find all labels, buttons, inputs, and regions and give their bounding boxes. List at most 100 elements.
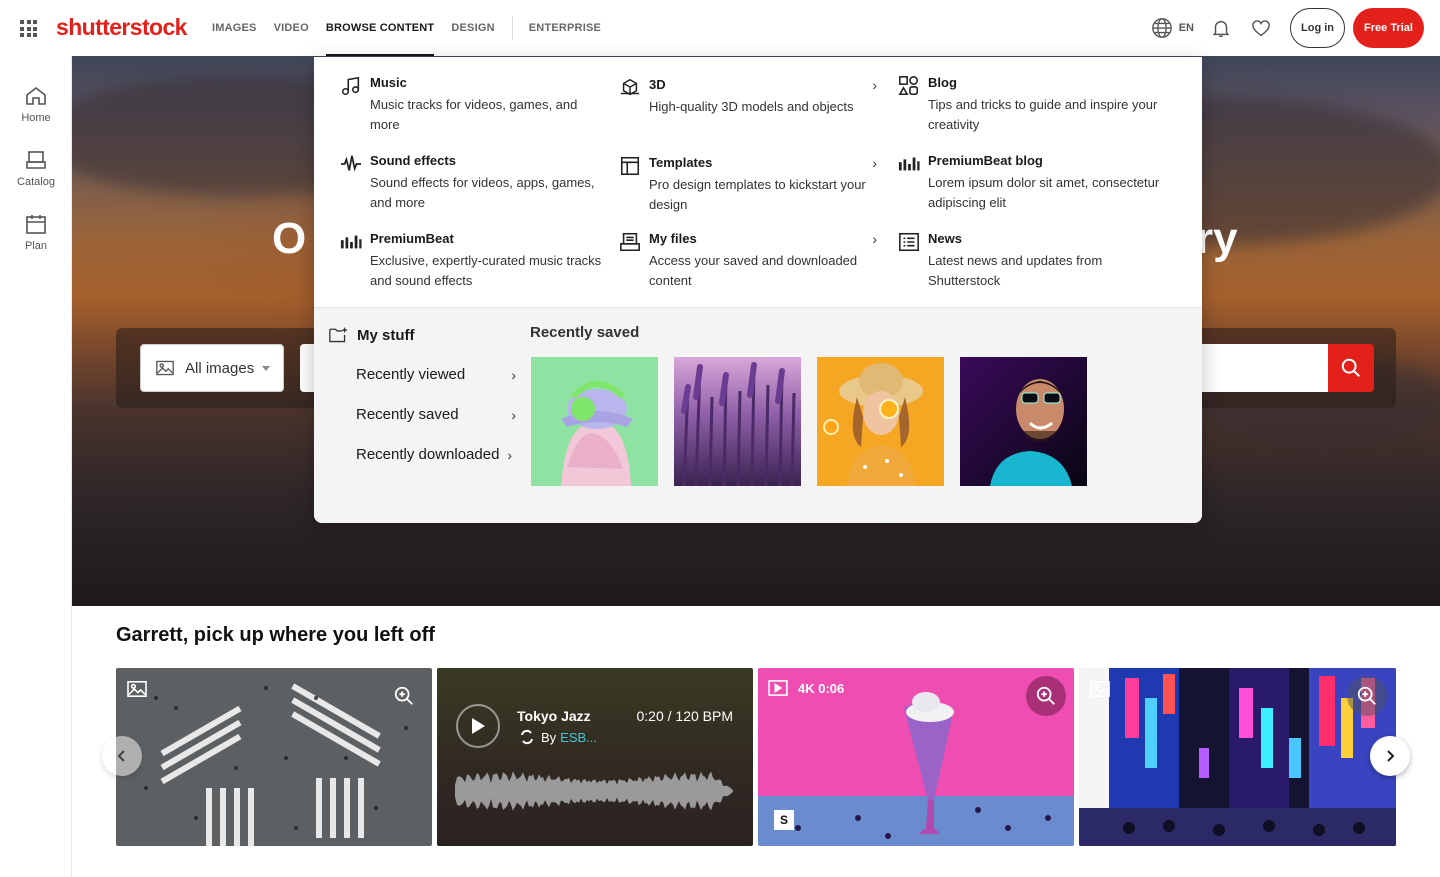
chevron-right-icon: › [511,406,516,423]
catalog-icon [26,151,46,169]
recently-viewed-link[interactable]: Recently viewed › [356,366,516,383]
hero-title-left: O [272,214,307,263]
my-stuff-heading: My stuff [328,326,415,344]
menu-item-premiumbeat-blog[interactable]: PremiumBeat blog Lorem ipsum dolor sit a… [898,153,1163,213]
menu-item-3d[interactable]: 3D High-quality 3D models and objects › [619,77,877,137]
nav-divider [511,16,513,40]
folder-plus-icon [329,327,347,343]
chevron-down-icon [262,365,271,371]
menu-item-desc: Pro design templates to kickstart your d… [649,177,866,212]
video-play-icon [768,680,788,696]
menu-item-news[interactable]: News Latest news and updates from Shutte… [898,231,1163,291]
language-selector[interactable]: EN [1151,17,1194,39]
zoom-button[interactable] [384,676,424,716]
continue-section-title: Garrett, pick up where you left off [116,624,435,646]
zoom-button[interactable] [1347,676,1387,716]
image-icon [1090,680,1110,698]
rail-item-plan[interactable]: Plan [0,212,72,252]
zoom-button[interactable] [1026,676,1066,716]
free-trial-button[interactable]: Free Trial [1353,8,1424,48]
menu-item-music[interactable]: Music Music tracks for videos, games, an… [340,75,605,135]
shutterstock-logo[interactable]: shutterstock [56,14,187,41]
saved-thumb-lavender[interactable] [674,357,801,486]
menu-item-premiumbeat[interactable]: PremiumBeat Exclusive, expertly-curated … [340,231,605,291]
menu-item-title: News [928,231,962,246]
search-type-label: All images [185,359,255,377]
recently-downloaded-link[interactable]: Recently downloaded › [356,446,512,463]
rail-catalog-label: Catalog [17,176,55,188]
premiumbeat-loop-icon [521,729,533,745]
app-grid-icon[interactable] [20,20,37,37]
rail-plan-label: Plan [24,240,48,252]
audio-artist-link[interactable]: ESB... [560,730,597,745]
menu-item-desc: Latest news and updates from Shutterstoc… [928,253,1103,288]
menu-item-title: My files [649,231,697,246]
rail-item-catalog[interactable]: Catalog [0,148,72,188]
3d-cube-icon [620,78,640,96]
home-icon [26,86,46,105]
menu-item-sound-effects[interactable]: Sound effects Sound effects for videos, … [340,153,605,213]
chevron-right-icon: › [511,366,516,383]
image-icon [127,680,147,698]
music-note-icon [341,76,360,96]
nav-actions: EN Log in Free Trial [1151,8,1424,48]
saved-thumb-headphones[interactable] [531,357,658,486]
audio-artist-line: By ESB... [519,729,597,745]
menu-item-desc: Music tracks for videos, games, and more [370,97,578,132]
chevron-right-icon: › [872,231,877,247]
nav-browse-content[interactable]: BROWSE CONTENT [325,0,435,56]
menu-item-blog[interactable]: Blog Tips and tricks to guide and inspir… [898,75,1163,135]
saved-thumb-neon-man[interactable] [960,357,1087,486]
saved-thumb-orange-woman[interactable] [817,357,944,486]
hero-title-right: ry [1196,214,1238,263]
menu-item-desc: Sound effects for videos, apps, games, a… [370,175,595,210]
carousel-next-button[interactable] [1370,736,1410,776]
search-icon [1341,358,1360,377]
top-navigation: shutterstock IMAGES VIDEO BROWSE CONTENT… [0,0,1440,56]
audio-meta: 0:20 / 120 BPM [636,708,733,724]
play-button[interactable] [456,704,500,748]
zoom-in-icon [394,686,413,705]
login-button[interactable]: Log in [1290,8,1345,48]
globe-icon [1151,18,1172,38]
nav-video[interactable]: VIDEO [274,0,309,56]
browse-content-menu: Music Music tracks for videos, games, an… [314,57,1202,523]
files-icon [620,232,640,252]
main-nav-links: IMAGES VIDEO BROWSE CONTENT DESIGN ENTER… [212,0,618,56]
recent-card-neon-street[interactable] [1079,668,1396,846]
menu-item-title: PremiumBeat blog [928,153,1043,168]
image-icon [156,360,174,376]
menu-item-templates[interactable]: Templates Pro design templates to kickst… [619,155,877,215]
blog-shapes-icon [898,76,919,96]
recent-card-audio[interactable]: Tokyo Jazz 0:20 / 120 BPM By ESB... [437,668,753,846]
recent-card-video[interactable]: 4K 0:06 S [758,668,1074,846]
recent-card-crosswalk[interactable] [116,668,432,846]
recently-saved-link[interactable]: Recently saved › [356,406,516,423]
search-button[interactable] [1328,344,1374,392]
menu-item-title: Templates [649,155,713,170]
notifications-bell-icon[interactable] [1210,17,1232,39]
favorites-heart-icon[interactable] [1250,17,1272,39]
nav-enterprise[interactable]: ENTERPRISE [529,0,601,56]
nav-images[interactable]: IMAGES [212,0,257,56]
waveform-icon [340,155,362,172]
menu-item-desc: Lorem ipsum dolor sit amet, consectetur … [928,175,1160,210]
recently-downloaded-label: Recently downloaded [356,446,500,463]
menu-item-desc: Tips and tricks to guide and inspire you… [928,97,1158,132]
premiumbeat-icon [898,157,920,171]
zoom-in-icon [1036,686,1055,705]
nav-design[interactable]: DESIGN [451,0,494,56]
rail-item-home[interactable]: Home [0,84,72,124]
play-icon [472,718,485,734]
template-icon [620,156,640,176]
recently-saved-label: Recently saved [356,406,459,423]
carousel-prev-button[interactable] [102,736,142,776]
search-type-select[interactable]: All images [140,344,284,392]
menu-item-desc: Access your saved and downloaded content [649,253,858,288]
premiumbeat-icon [340,235,362,249]
menu-item-title: Sound effects [370,153,456,168]
audio-waveform [455,771,733,811]
menu-item-my-files[interactable]: My files Access your saved and downloade… [619,231,877,291]
chevron-right-icon: › [507,446,512,463]
menu-item-title: 3D [649,77,666,92]
